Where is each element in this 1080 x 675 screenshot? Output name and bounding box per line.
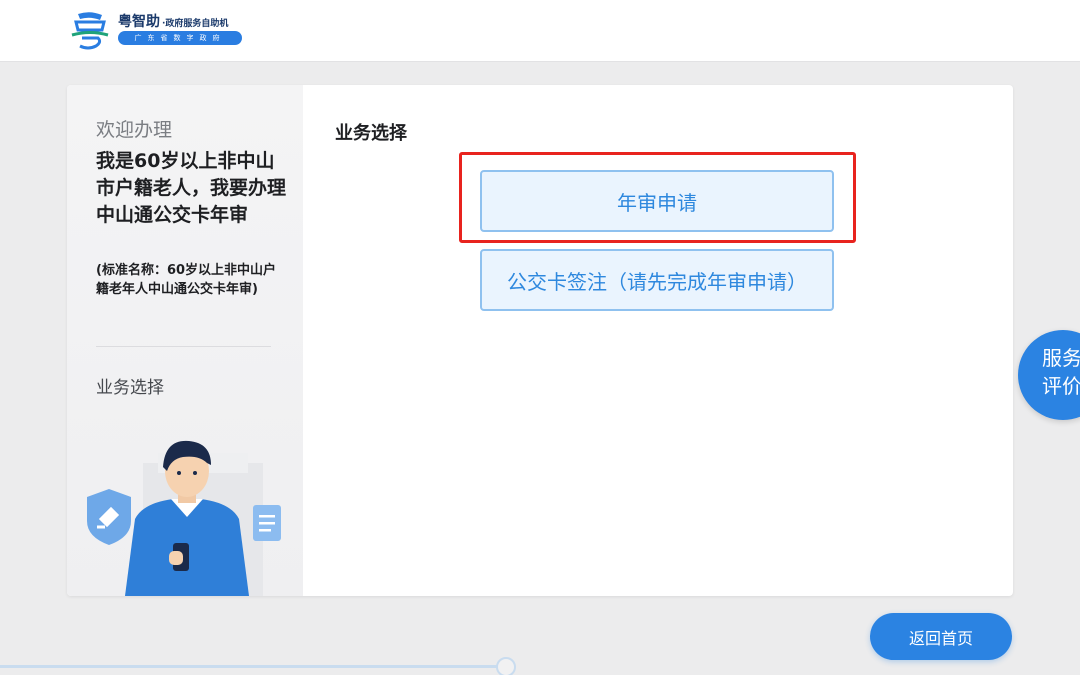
app-header: 粤智助 ·政府服务自助机 广东省数字政府 [0, 0, 1080, 62]
officer-illustration [87, 440, 281, 596]
logo-title: 粤智助 ·政府服务自助机 [118, 14, 229, 30]
welcome-heading: 欢迎办理 [96, 119, 173, 141]
document-icon [253, 505, 281, 541]
progress-track [0, 665, 506, 668]
main-card: 欢迎办理 我是60岁以上非中山市户籍老人，我要办理中山通公交卡年审 (标准名称：… [67, 85, 1013, 596]
logo-pill: 广东省数字政府 [118, 31, 242, 45]
service-title: 我是60岁以上非中山市户籍老人，我要办理中山通公交卡年审 [96, 150, 287, 226]
sidebar-divider [96, 346, 271, 347]
annual-review-apply-button[interactable]: 年审申请 [480, 170, 834, 232]
service-standard-name: (标准名称：60岁以上非中山户籍老年人中山通公交卡年审) [96, 263, 277, 297]
shield-icon [87, 489, 131, 545]
progress-knob [496, 657, 516, 675]
yue-logo-icon [71, 12, 109, 50]
content-area: 业务选择 年审申请 公交卡签注（请先完成年审申请） [303, 85, 1013, 596]
logo-subtitle: ·政府服务自助机 [162, 19, 229, 29]
section-title: 业务选择 [335, 123, 407, 144]
current-step-label: 业务选择 [96, 378, 164, 398]
bus-card-endorsement-button[interactable]: 公交卡签注（请先完成年审申请） [480, 249, 834, 311]
service-review-tab[interactable]: 服务 评价 [1018, 330, 1080, 420]
review-tab-line2: 评价 [1042, 374, 1080, 398]
service-sidebar: 欢迎办理 我是60岁以上非中山市户籍老人，我要办理中山通公交卡年审 (标准名称：… [67, 85, 303, 596]
back-home-button[interactable]: 返回首页 [870, 613, 1012, 660]
review-tab-line1: 服务 [1042, 346, 1080, 370]
